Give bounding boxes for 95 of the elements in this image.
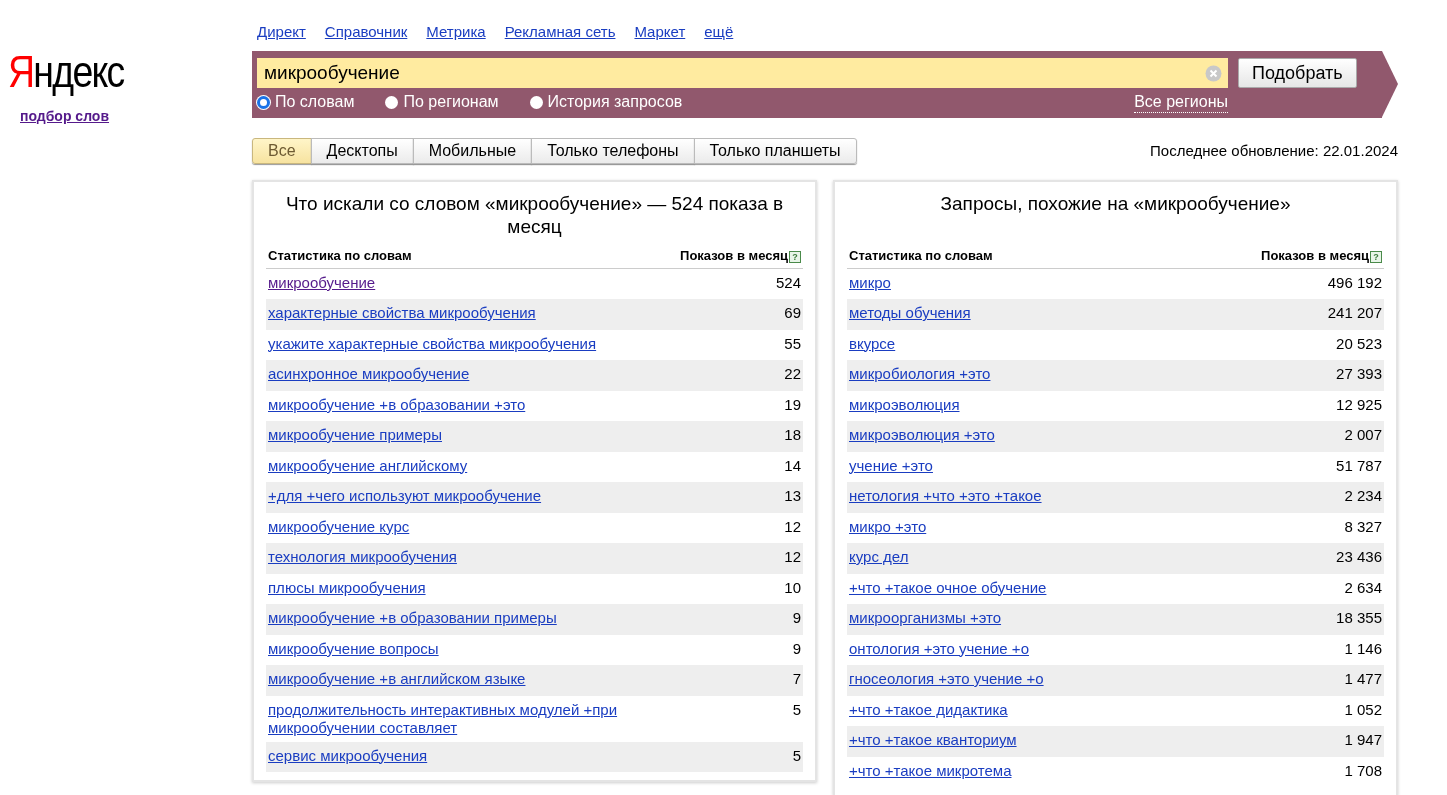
phrase-link[interactable]: методы обучения xyxy=(849,304,971,322)
device-tab[interactable]: Мобильные xyxy=(412,138,533,164)
phrase-link[interactable]: микрообучение вопросы xyxy=(268,639,439,658)
column-header: Показов в месяц xyxy=(680,247,788,265)
phrase-link[interactable]: продолжительность интерактивных модулей +при микрообучении составляет xyxy=(268,700,668,737)
search-field[interactable]: микрообучение xyxy=(257,58,1228,88)
phrase-link[interactable]: нетология +что +это +такое xyxy=(849,487,1042,505)
phrase-link[interactable]: +для +чего используют микрообучение xyxy=(268,487,542,505)
phrase-link[interactable]: микрообучение примеры xyxy=(268,426,442,444)
panel-title: Запросы, похожие на «микрообучение» xyxy=(939,192,1292,216)
phrase-link[interactable]: курс дел xyxy=(849,548,909,566)
count-text: 22 xyxy=(784,365,801,383)
nav-link[interactable]: Директ xyxy=(257,21,306,44)
device-tab[interactable]: Десктопы xyxy=(310,138,414,164)
count-text: 14 xyxy=(784,456,801,475)
phrase-link[interactable]: микрообучение курс xyxy=(268,517,410,536)
phrase-link[interactable]: микрообучение xyxy=(268,273,376,292)
panel-title: Что искали со словом «микрообучение» — 524 показа в месяц xyxy=(284,192,785,238)
phrase-link[interactable]: технология микрообучения xyxy=(268,548,457,566)
count-text: 10 xyxy=(784,578,801,597)
submit-button[interactable]: Подобрать xyxy=(1238,58,1357,88)
all-regions-link[interactable]: Все регионы xyxy=(1134,91,1228,113)
count-text: 27 393 xyxy=(1336,365,1382,383)
phrase-link[interactable]: гносеология +это учение +о xyxy=(849,670,1044,688)
help-badge[interactable]: ? xyxy=(1370,250,1382,263)
count-text: 19 xyxy=(784,395,801,414)
phrase-link[interactable]: учение +это xyxy=(849,456,933,475)
count-text: 5 xyxy=(792,746,801,765)
clear-icon[interactable] xyxy=(1205,64,1222,82)
count-text: 55 xyxy=(784,334,801,353)
subtitle-link[interactable]: подбор слов xyxy=(20,106,109,127)
phrase-link[interactable]: асинхронное микрообучение xyxy=(268,365,470,383)
yandex-logo[interactable]: Яндекс xyxy=(8,50,124,94)
phrase-link[interactable]: микро +это xyxy=(849,517,927,536)
count-text: 241 207 xyxy=(1327,304,1382,322)
count-text: 9 xyxy=(792,639,801,658)
nav-link[interactable]: Маркет xyxy=(634,21,686,44)
help-badge[interactable]: ? xyxy=(789,250,801,263)
count-text: 2 234 xyxy=(1344,487,1382,505)
count-text: 18 355 xyxy=(1336,609,1382,627)
mode-radio[interactable]: По регионам xyxy=(385,90,499,114)
phrase-link[interactable]: сервис микрообучения xyxy=(268,746,428,765)
phrase-link[interactable]: плюсы микрообучения xyxy=(268,578,426,597)
count-text: 1 947 xyxy=(1344,731,1382,749)
phrase-link[interactable]: +что +такое кванториум xyxy=(849,731,1017,749)
nav-link[interactable]: ещё xyxy=(704,21,734,44)
phrase-link[interactable]: вкурсе xyxy=(849,334,896,353)
count-text: 2 007 xyxy=(1344,426,1382,444)
phrase-link[interactable]: укажите характерные свойства микрообучения xyxy=(268,334,597,353)
count-text: 20 523 xyxy=(1336,334,1382,353)
count-text: 7 xyxy=(792,670,801,688)
count-text: 12 925 xyxy=(1336,395,1382,414)
phrase-link[interactable]: +что +такое микротема xyxy=(849,761,1012,780)
phrase-link[interactable]: микроорганизмы +это xyxy=(849,609,1002,627)
count-text: 5 xyxy=(792,700,801,719)
count-text: 51 787 xyxy=(1336,456,1382,475)
count-text: 1 146 xyxy=(1344,639,1382,658)
phrase-link[interactable]: +что +такое дидактика xyxy=(849,700,1008,719)
count-text: 2 634 xyxy=(1344,578,1382,597)
count-text: 12 xyxy=(784,517,801,536)
count-text: 1 708 xyxy=(1344,761,1382,780)
device-tab[interactable]: Только телефоны xyxy=(531,138,695,164)
phrase-link[interactable]: микрообучение +в образовании примеры xyxy=(268,609,557,627)
nav-link[interactable]: Метрика xyxy=(426,21,486,44)
nav-link[interactable]: Рекламная сеть xyxy=(504,21,616,44)
count-text: 524 xyxy=(775,273,801,292)
phrase-link[interactable]: микрообучение английскому xyxy=(268,456,468,475)
count-text: 1 052 xyxy=(1344,700,1382,719)
count-text: 23 436 xyxy=(1336,548,1382,566)
phrase-link[interactable]: микрообучение +в английском языке xyxy=(268,670,526,688)
phrase-link[interactable]: +что +такое очное обучение xyxy=(849,578,1047,597)
device-tab[interactable]: Все xyxy=(252,138,312,164)
count-text: 69 xyxy=(784,304,801,322)
count-text: 8 327 xyxy=(1344,517,1382,536)
mode-radio[interactable]: По словам xyxy=(257,90,355,114)
count-text: 18 xyxy=(784,426,801,444)
phrase-link[interactable]: характерные свойства микрообучения xyxy=(268,304,536,322)
phrase-link[interactable]: микроэволюция xyxy=(849,395,960,414)
count-text: 12 xyxy=(784,548,801,566)
column-header: Статистика по словам xyxy=(849,247,993,265)
phrase-link[interactable]: микроэволюция +это xyxy=(849,426,995,444)
column-header: Показов в месяц xyxy=(1261,247,1369,265)
nav-link[interactable]: Справочник xyxy=(324,21,408,44)
device-tab[interactable]: Только планшеты xyxy=(693,138,857,164)
count-text: 496 192 xyxy=(1327,273,1382,292)
phrase-link[interactable]: микробиология +это xyxy=(849,365,991,383)
phrase-link[interactable]: онтология +это учение +о xyxy=(849,639,1029,658)
column-header: Статистика по словам xyxy=(268,247,412,265)
count-text: 1 477 xyxy=(1344,670,1382,688)
count-text: 9 xyxy=(792,609,801,627)
last-update-text: Последнее обновление: 22.01.2024 xyxy=(1150,140,1398,161)
phrase-link[interactable]: микро xyxy=(849,273,891,292)
phrase-link[interactable]: микрообучение +в образовании +это xyxy=(268,395,526,414)
mode-radio[interactable]: История запросов xyxy=(529,90,683,114)
count-text: 13 xyxy=(784,487,801,505)
